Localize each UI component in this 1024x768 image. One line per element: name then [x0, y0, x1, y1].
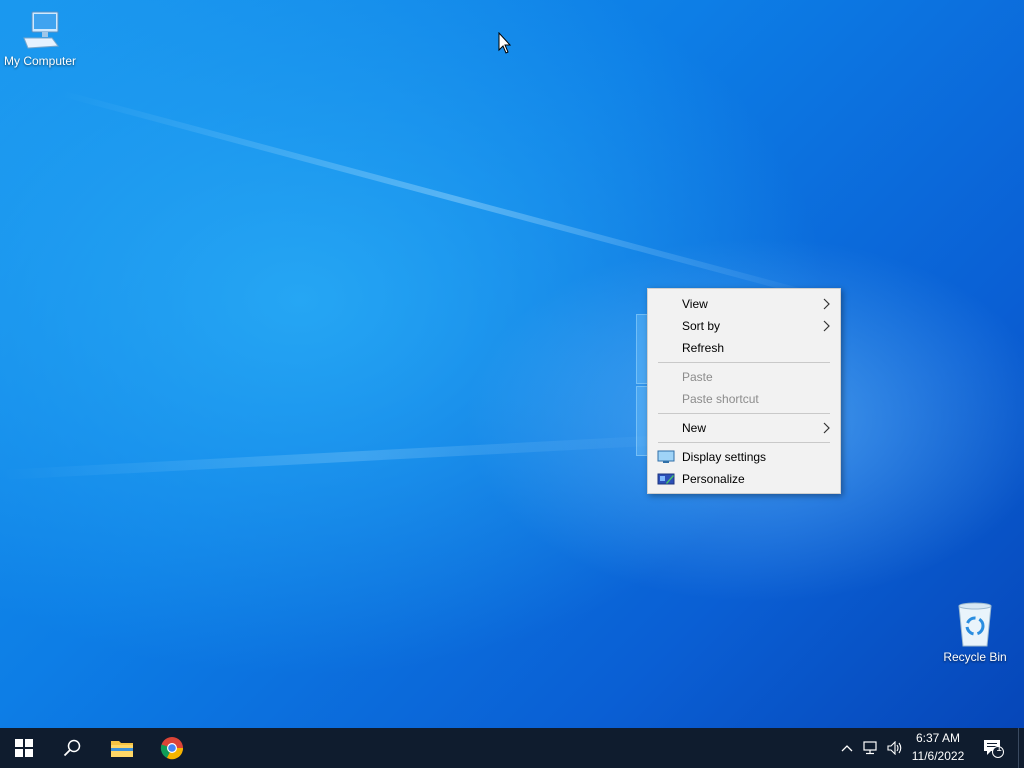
search-button[interactable]: [48, 728, 96, 768]
chevron-right-icon: [823, 298, 830, 310]
light-beam: [0, 433, 700, 480]
menu-item-personalize[interactable]: Personalize: [648, 468, 840, 490]
desktop-icon-label: Recycle Bin: [943, 650, 1007, 664]
file-explorer-icon: [111, 741, 133, 757]
windows-start-icon: [15, 739, 33, 757]
clock-time: 6:37 AM: [915, 731, 961, 745]
menu-item-label: Paste shortcut: [682, 392, 759, 406]
notification-count-badge: 1: [996, 743, 1002, 754]
light-beam: [59, 90, 853, 309]
computer-icon: [18, 8, 62, 52]
file-explorer-button[interactable]: [98, 728, 146, 768]
menu-item-label: New: [682, 421, 707, 435]
menu-item-new[interactable]: New: [648, 417, 840, 439]
search-icon: [63, 739, 81, 757]
volume-button[interactable]: [884, 728, 906, 768]
desktop-icon-label: My Computer: [3, 54, 77, 68]
clock-date: 11/6/2022: [911, 749, 965, 763]
desktop-background[interactable]: My Computer Recycle Bin View Sort by Ref…: [0, 0, 1024, 728]
menu-item-label: Sort by: [682, 319, 721, 333]
desktop-icon-my-computer[interactable]: My Computer: [0, 8, 80, 68]
menu-item-label: Personalize: [682, 472, 745, 486]
menu-item-sort-by[interactable]: Sort by: [648, 315, 840, 337]
menu-item-paste-shortcut: Paste shortcut: [648, 388, 840, 410]
desktop-icon-recycle-bin[interactable]: Recycle Bin: [935, 602, 1015, 664]
context-menu: View Sort by Refresh Paste Paste shortcu…: [647, 288, 841, 494]
show-hidden-icons-button[interactable]: [838, 728, 856, 768]
menu-item-label: Display settings: [682, 450, 767, 464]
network-button[interactable]: [860, 728, 882, 768]
network-icon: [863, 741, 877, 755]
chevron-right-icon: [823, 422, 830, 434]
menu-item-view[interactable]: View: [648, 293, 840, 315]
mouse-cursor-icon: [498, 32, 512, 54]
menu-item-label: Refresh: [682, 341, 725, 355]
menu-item-label: View: [682, 297, 708, 311]
menu-separator: [658, 362, 830, 363]
chevron-right-icon: [823, 320, 830, 332]
action-center-button[interactable]: 1: [978, 728, 1008, 768]
personalize-icon: [657, 473, 675, 485]
menu-separator: [658, 413, 830, 414]
show-desktop-button[interactable]: [1018, 728, 1024, 768]
chrome-button[interactable]: [148, 728, 196, 768]
chrome-icon: [160, 737, 184, 760]
chevron-up-icon: [841, 745, 853, 752]
menu-separator: [658, 442, 830, 443]
menu-item-refresh[interactable]: Refresh: [648, 337, 840, 359]
display-icon: [657, 450, 675, 463]
start-button[interactable]: [0, 728, 48, 768]
taskbar: 6:37 AM 11/6/2022 1: [0, 728, 1024, 768]
volume-icon: [887, 741, 902, 755]
menu-item-label: Paste: [682, 370, 713, 384]
menu-item-display-settings[interactable]: Display settings: [648, 446, 840, 468]
clock[interactable]: 6:37 AM 11/6/2022: [905, 730, 971, 766]
menu-item-paste: Paste: [648, 366, 840, 388]
recycle-bin-icon: [953, 602, 997, 648]
